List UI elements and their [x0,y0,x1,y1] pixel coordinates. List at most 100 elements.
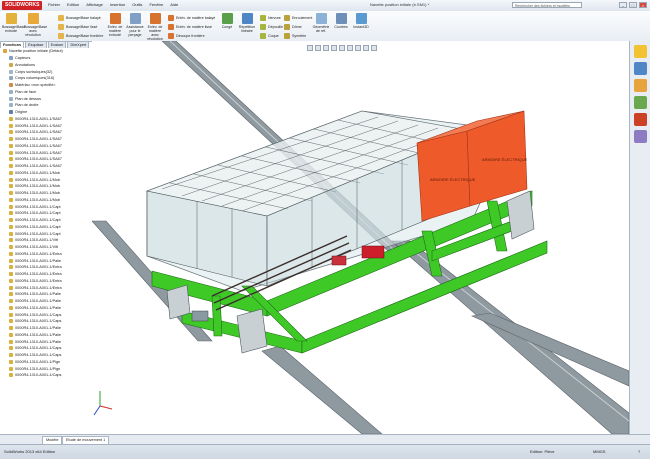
tree-item[interactable]: Origine [0,109,92,116]
boundary-cut-button[interactable]: Découpe frontière [168,33,205,39]
tree-item[interactable]: 0000R4-1310-A001-1/SA67 [0,136,92,143]
shell-button[interactable]: Coque [260,33,279,39]
tab-evaluate[interactable]: Evaluer [47,41,67,48]
app-logo[interactable]: SOLIDWORKS [2,1,42,10]
tree-item[interactable]: 0000R4-1310-A001-1/Capt [0,224,92,231]
tree-root[interactable]: Navette position initiale (Défaut) [0,48,92,55]
tree-item[interactable]: 0000R4-1310-A001-1/Palie [0,305,92,312]
tree-item[interactable]: 0000R4-1310-A001-1/SA67 [0,116,92,123]
tree-item[interactable]: 0000R4-1310-A001-1/Vitt [0,244,92,251]
search-input[interactable]: Rechercher des fichiers et modèles [512,2,582,8]
menu-item[interactable]: Fichier [48,2,60,7]
tree-item[interactable]: 0000R4-1310-A001-1/Mob [0,176,92,183]
tree-item[interactable]: 0000R4-1310-A001-1/Entra [0,264,92,271]
menu-item[interactable]: Aide [170,2,178,7]
curves-button[interactable]: Courbes [332,13,350,29]
tree-item[interactable]: 0000R4-1310-A001-1/SA67 [0,149,92,156]
hole-wizard-button[interactable]: Assistance pour le perçage [126,13,144,37]
tab-dimxpert[interactable]: DimXpert [67,41,90,48]
menu-item[interactable]: Outils [132,2,142,7]
tree-item[interactable]: 0000R4-1310-A001-1/Caps [0,318,92,325]
revolved-boss-button[interactable]: Bossage/Base avec révolution [24,13,47,37]
tree-item[interactable]: 0000R4-1310-A001-1/Capt [0,210,92,217]
revolved-cut-button[interactable]: Enlèv. de matière avec révolution [146,13,164,41]
dome-button[interactable]: Dôme [284,24,302,30]
tree-item[interactable]: 0000R4-1310-A001-1/Palie [0,332,92,339]
tree-item[interactable]: Annotations [0,62,92,69]
tree-item[interactable]: 0000R4-1310-A001-1/SA67 [0,129,92,136]
minimize-button[interactable]: – [619,2,627,8]
tree-item[interactable]: Plan de dessus [0,95,92,102]
rail-right [391,240,629,434]
tree-item[interactable]: 0000R4-1310-A001-1/Entra [0,251,92,258]
menu-item[interactable]: Insertion [110,2,125,7]
tree-item[interactable]: Plan de droite [0,102,92,109]
tree-item[interactable]: 0000R4-1310-A001-1/Capt [0,203,92,210]
tree-item[interactable]: 0000R4-1310-A001-1/Palie [0,338,92,345]
tree-item[interactable]: 0000R4-1310-A001-1/Palie [0,298,92,305]
close-button[interactable]: × [639,2,647,8]
tree-item[interactable]: 0000R4-1310-A001-1/SA67 [0,163,92,170]
status-help[interactable]: ? [638,449,640,454]
file-explorer-icon[interactable] [634,79,647,92]
swept-boss-button[interactable]: Bossage/Base balayé [58,15,101,21]
tree-item-label: 0000R4-1310-A001-1/Entra [15,272,62,277]
tree-item[interactable]: 0000R4-1310-A001-1/Palie [0,291,92,298]
fillet-button[interactable]: Congé [218,13,236,29]
tree-item[interactable]: 0000R4-1310-A001-1/Pign [0,365,92,372]
tree-item[interactable]: 0000R4-1310-A001-1/Caps [0,352,92,359]
swept-cut-button[interactable]: Enlèv. de matière balayé [168,15,215,21]
tab-sketch[interactable]: Esquisse [25,41,47,48]
appearances-icon[interactable] [634,113,647,126]
resources-icon[interactable] [634,45,647,58]
tree-item[interactable]: 0000R4-1310-A001-1/Capt [0,217,92,224]
lofted-boss-button[interactable]: Bossage/Base lissé [58,24,97,30]
view-palette-icon[interactable] [634,96,647,109]
tree-item[interactable]: 0000R4-1310-A001-1/Mob [0,190,92,197]
tree-item[interactable]: 0000R4-1310-A001-1/Pign [0,359,92,366]
mirror-button[interactable]: Symétrie [284,33,306,39]
tree-item[interactable]: Plan de face [0,89,92,96]
tree-item[interactable]: 0000R4-1310-A001-1/SA67 [0,156,92,163]
status-units[interactable]: MMGS [593,449,605,454]
rib-button[interactable]: Nervure [260,15,281,21]
tree-item[interactable]: 0000R4-1310-A001-1/Entra [0,284,92,291]
lofted-cut-button[interactable]: Enlèv. de matière lissé [168,24,212,30]
draft-button[interactable]: Dépouille [260,24,283,30]
tree-item[interactable]: 0000R4-1310-A001-1/Palie [0,325,92,332]
tree-item[interactable]: 0000R4-1310-A001-1/Caps [0,345,92,352]
tree-item[interactable]: 0000R4-1310-A001-1/Capt [0,230,92,237]
tree-item[interactable]: 0000R4-1310-A001-1/Palie [0,257,92,264]
tree-item[interactable]: 0000R4-1310-A001-1/SA67 [0,143,92,150]
instant3d-button[interactable]: Instant3D [352,13,370,29]
boundary-boss-button[interactable]: Bossage/Base frontière [58,33,103,39]
tree-item[interactable]: 0000R4-1310-A001-1/Mob [0,183,92,190]
linear-pattern-button[interactable]: Répétition linéaire [238,13,256,33]
tree-item[interactable]: 0000R4-1310-A001-1/Caps [0,311,92,318]
extruded-cut-button[interactable]: Enlèv. de matière extrudé [106,13,124,37]
menu-item[interactable]: Fenêtre [149,2,163,7]
tab-features[interactable]: Fonctions [0,41,25,48]
tree-item[interactable]: 0000R4-1310-A001-1/Caps [0,372,92,379]
extruded-boss-button[interactable]: Bossage/Base extrudé [2,13,25,33]
custom-properties-icon[interactable] [634,130,647,143]
tree-item[interactable]: 0000R4-1310-A001-1/Entra [0,278,92,285]
maximize-button[interactable]: □ [629,2,637,8]
tree-item[interactable]: Corps volumiques(316) [0,75,92,82]
tree-item[interactable]: 0000R4-1310-A001-1/Vitt [0,237,92,244]
tree-item[interactable]: Corps surfaciques(32) [0,68,92,75]
tree-item[interactable]: Matériau <non spécifié> [0,82,92,89]
graphics-viewport[interactable]: ARMOIRE ÉLECTRIQUE ARMOIRE ÉLECTRIQUE [92,41,629,434]
cabinet-label-2: ARMOIRE ÉLECTRIQUE [482,157,528,162]
tree-item[interactable]: 0000R4-1310-A001-1/Mob [0,197,92,204]
menu-item[interactable]: Edition [67,2,79,7]
design-library-icon[interactable] [634,62,647,75]
tree-item[interactable]: 0000R4-1310-A001-1/Mob [0,170,92,177]
cad-model-render[interactable]: ARMOIRE ÉLECTRIQUE ARMOIRE ÉLECTRIQUE [92,41,629,434]
menu-item[interactable]: Affichage [86,2,103,7]
reference-geometry-button[interactable]: Géométrie de réf. [312,13,330,33]
tree-item[interactable]: Capteurs [0,55,92,62]
tree-item[interactable]: 0000R4-1310-A001-1/SA67 [0,122,92,129]
wrap-button[interactable]: Enroulement [284,15,312,21]
tree-item[interactable]: 0000R4-1310-A001-1/Entra [0,271,92,278]
